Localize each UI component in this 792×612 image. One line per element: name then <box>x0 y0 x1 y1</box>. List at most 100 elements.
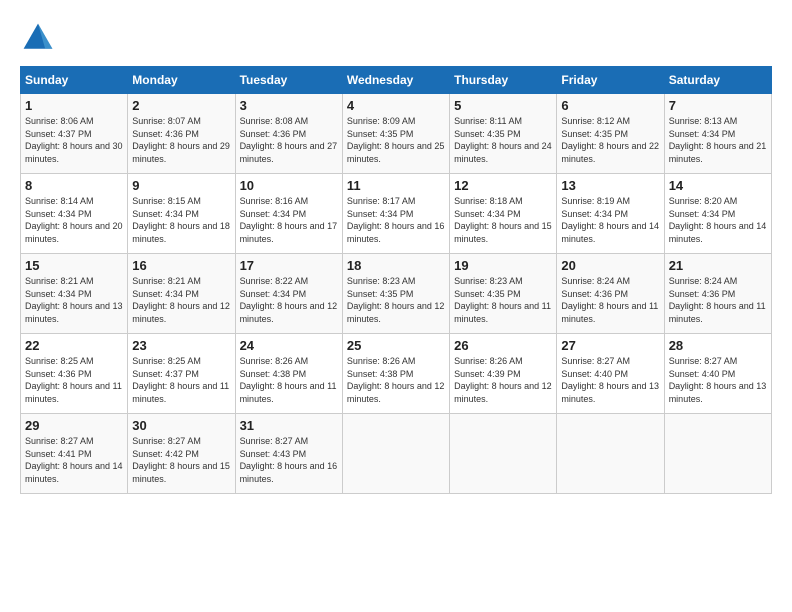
day-number: 14 <box>669 178 767 193</box>
day-info: Sunrise: 8:15 AMSunset: 4:34 PMDaylight:… <box>132 196 230 244</box>
day-cell-18: 18 Sunrise: 8:23 AMSunset: 4:35 PMDaylig… <box>342 254 449 334</box>
empty-cell <box>664 414 771 494</box>
day-info: Sunrise: 8:18 AMSunset: 4:34 PMDaylight:… <box>454 196 552 244</box>
day-cell-28: 28 Sunrise: 8:27 AMSunset: 4:40 PMDaylig… <box>664 334 771 414</box>
day-info: Sunrise: 8:27 AMSunset: 4:40 PMDaylight:… <box>669 356 767 404</box>
day-number: 26 <box>454 338 552 353</box>
day-info: Sunrise: 8:16 AMSunset: 4:34 PMDaylight:… <box>240 196 338 244</box>
day-cell-21: 21 Sunrise: 8:24 AMSunset: 4:36 PMDaylig… <box>664 254 771 334</box>
day-cell-1: 1 Sunrise: 8:06 AMSunset: 4:37 PMDayligh… <box>21 94 128 174</box>
day-cell-22: 22 Sunrise: 8:25 AMSunset: 4:36 PMDaylig… <box>21 334 128 414</box>
day-cell-16: 16 Sunrise: 8:21 AMSunset: 4:34 PMDaylig… <box>128 254 235 334</box>
day-number: 25 <box>347 338 445 353</box>
day-info: Sunrise: 8:19 AMSunset: 4:34 PMDaylight:… <box>561 196 659 244</box>
empty-cell <box>557 414 664 494</box>
day-info: Sunrise: 8:23 AMSunset: 4:35 PMDaylight:… <box>347 276 445 324</box>
day-info: Sunrise: 8:21 AMSunset: 4:34 PMDaylight:… <box>132 276 230 324</box>
day-info: Sunrise: 8:23 AMSunset: 4:35 PMDaylight:… <box>454 276 551 324</box>
day-number: 29 <box>25 418 123 433</box>
day-number: 3 <box>240 98 338 113</box>
day-cell-13: 13 Sunrise: 8:19 AMSunset: 4:34 PMDaylig… <box>557 174 664 254</box>
day-info: Sunrise: 8:06 AMSunset: 4:37 PMDaylight:… <box>25 116 123 164</box>
day-cell-17: 17 Sunrise: 8:22 AMSunset: 4:34 PMDaylig… <box>235 254 342 334</box>
day-cell-14: 14 Sunrise: 8:20 AMSunset: 4:34 PMDaylig… <box>664 174 771 254</box>
column-header-saturday: Saturday <box>664 67 771 94</box>
day-info: Sunrise: 8:26 AMSunset: 4:39 PMDaylight:… <box>454 356 552 404</box>
day-info: Sunrise: 8:25 AMSunset: 4:36 PMDaylight:… <box>25 356 122 404</box>
day-cell-30: 30 Sunrise: 8:27 AMSunset: 4:42 PMDaylig… <box>128 414 235 494</box>
header-row: SundayMondayTuesdayWednesdayThursdayFrid… <box>21 67 772 94</box>
day-info: Sunrise: 8:26 AMSunset: 4:38 PMDaylight:… <box>347 356 445 404</box>
day-number: 30 <box>132 418 230 433</box>
day-info: Sunrise: 8:27 AMSunset: 4:42 PMDaylight:… <box>132 436 230 484</box>
day-number: 13 <box>561 178 659 193</box>
calendar-week-1: 1 Sunrise: 8:06 AMSunset: 4:37 PMDayligh… <box>21 94 772 174</box>
day-cell-12: 12 Sunrise: 8:18 AMSunset: 4:34 PMDaylig… <box>450 174 557 254</box>
empty-cell <box>342 414 449 494</box>
day-cell-29: 29 Sunrise: 8:27 AMSunset: 4:41 PMDaylig… <box>21 414 128 494</box>
day-cell-3: 3 Sunrise: 8:08 AMSunset: 4:36 PMDayligh… <box>235 94 342 174</box>
day-info: Sunrise: 8:24 AMSunset: 4:36 PMDaylight:… <box>561 276 658 324</box>
column-header-thursday: Thursday <box>450 67 557 94</box>
day-info: Sunrise: 8:27 AMSunset: 4:40 PMDaylight:… <box>561 356 659 404</box>
day-cell-11: 11 Sunrise: 8:17 AMSunset: 4:34 PMDaylig… <box>342 174 449 254</box>
day-cell-10: 10 Sunrise: 8:16 AMSunset: 4:34 PMDaylig… <box>235 174 342 254</box>
day-cell-4: 4 Sunrise: 8:09 AMSunset: 4:35 PMDayligh… <box>342 94 449 174</box>
column-header-tuesday: Tuesday <box>235 67 342 94</box>
day-cell-26: 26 Sunrise: 8:26 AMSunset: 4:39 PMDaylig… <box>450 334 557 414</box>
day-cell-25: 25 Sunrise: 8:26 AMSunset: 4:38 PMDaylig… <box>342 334 449 414</box>
day-cell-24: 24 Sunrise: 8:26 AMSunset: 4:38 PMDaylig… <box>235 334 342 414</box>
calendar-week-4: 22 Sunrise: 8:25 AMSunset: 4:36 PMDaylig… <box>21 334 772 414</box>
day-number: 9 <box>132 178 230 193</box>
day-number: 23 <box>132 338 230 353</box>
logo-icon <box>20 20 56 56</box>
day-info: Sunrise: 8:11 AMSunset: 4:35 PMDaylight:… <box>454 116 552 164</box>
day-cell-8: 8 Sunrise: 8:14 AMSunset: 4:34 PMDayligh… <box>21 174 128 254</box>
day-info: Sunrise: 8:17 AMSunset: 4:34 PMDaylight:… <box>347 196 445 244</box>
day-number: 10 <box>240 178 338 193</box>
logo <box>20 20 60 56</box>
page-header <box>20 20 772 56</box>
day-cell-5: 5 Sunrise: 8:11 AMSunset: 4:35 PMDayligh… <box>450 94 557 174</box>
day-number: 8 <box>25 178 123 193</box>
day-info: Sunrise: 8:25 AMSunset: 4:37 PMDaylight:… <box>132 356 229 404</box>
day-cell-19: 19 Sunrise: 8:23 AMSunset: 4:35 PMDaylig… <box>450 254 557 334</box>
day-info: Sunrise: 8:12 AMSunset: 4:35 PMDaylight:… <box>561 116 659 164</box>
day-cell-15: 15 Sunrise: 8:21 AMSunset: 4:34 PMDaylig… <box>21 254 128 334</box>
day-info: Sunrise: 8:08 AMSunset: 4:36 PMDaylight:… <box>240 116 338 164</box>
day-number: 24 <box>240 338 338 353</box>
day-number: 20 <box>561 258 659 273</box>
day-number: 28 <box>669 338 767 353</box>
day-cell-6: 6 Sunrise: 8:12 AMSunset: 4:35 PMDayligh… <box>557 94 664 174</box>
day-cell-23: 23 Sunrise: 8:25 AMSunset: 4:37 PMDaylig… <box>128 334 235 414</box>
day-number: 6 <box>561 98 659 113</box>
day-cell-7: 7 Sunrise: 8:13 AMSunset: 4:34 PMDayligh… <box>664 94 771 174</box>
day-info: Sunrise: 8:27 AMSunset: 4:41 PMDaylight:… <box>25 436 123 484</box>
column-header-sunday: Sunday <box>21 67 128 94</box>
day-info: Sunrise: 8:27 AMSunset: 4:43 PMDaylight:… <box>240 436 338 484</box>
calendar-week-5: 29 Sunrise: 8:27 AMSunset: 4:41 PMDaylig… <box>21 414 772 494</box>
empty-cell <box>450 414 557 494</box>
day-info: Sunrise: 8:21 AMSunset: 4:34 PMDaylight:… <box>25 276 123 324</box>
day-cell-9: 9 Sunrise: 8:15 AMSunset: 4:34 PMDayligh… <box>128 174 235 254</box>
day-number: 19 <box>454 258 552 273</box>
day-cell-2: 2 Sunrise: 8:07 AMSunset: 4:36 PMDayligh… <box>128 94 235 174</box>
day-number: 18 <box>347 258 445 273</box>
column-header-monday: Monday <box>128 67 235 94</box>
day-number: 2 <box>132 98 230 113</box>
day-number: 16 <box>132 258 230 273</box>
day-number: 22 <box>25 338 123 353</box>
day-info: Sunrise: 8:07 AMSunset: 4:36 PMDaylight:… <box>132 116 230 164</box>
column-header-wednesday: Wednesday <box>342 67 449 94</box>
calendar-week-3: 15 Sunrise: 8:21 AMSunset: 4:34 PMDaylig… <box>21 254 772 334</box>
day-info: Sunrise: 8:20 AMSunset: 4:34 PMDaylight:… <box>669 196 767 244</box>
calendar-week-2: 8 Sunrise: 8:14 AMSunset: 4:34 PMDayligh… <box>21 174 772 254</box>
column-header-friday: Friday <box>557 67 664 94</box>
day-info: Sunrise: 8:26 AMSunset: 4:38 PMDaylight:… <box>240 356 337 404</box>
day-number: 31 <box>240 418 338 433</box>
day-info: Sunrise: 8:14 AMSunset: 4:34 PMDaylight:… <box>25 196 123 244</box>
day-info: Sunrise: 8:09 AMSunset: 4:35 PMDaylight:… <box>347 116 445 164</box>
day-number: 15 <box>25 258 123 273</box>
day-cell-27: 27 Sunrise: 8:27 AMSunset: 4:40 PMDaylig… <box>557 334 664 414</box>
day-info: Sunrise: 8:13 AMSunset: 4:34 PMDaylight:… <box>669 116 767 164</box>
